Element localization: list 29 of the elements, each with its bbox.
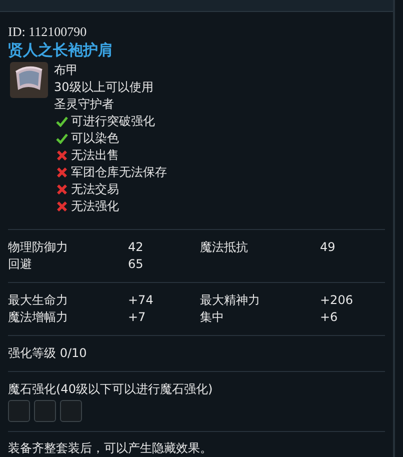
- stat-value: +6: [320, 309, 339, 326]
- manastone-title: 魔石强化(40级以下可以进行魔石强化): [8, 381, 214, 398]
- stat-label: 集中: [200, 309, 225, 326]
- enchant-level: 强化等级 0/10: [8, 345, 88, 362]
- set-note: 装备齐整套装后，可以产生隐藏效果。: [8, 440, 213, 457]
- stat-label: 魔法抵抗: [200, 239, 249, 256]
- stat-label: 最大精神力: [200, 292, 261, 309]
- item-id: ID: 112100790: [8, 24, 88, 40]
- stat-label: 物理防御力: [8, 239, 69, 256]
- shoulder-armor-icon: [10, 62, 48, 98]
- stat-label: 最大生命力: [8, 292, 69, 309]
- item-name: 贤人之长袍护肩: [8, 40, 114, 60]
- item-info: 30级以上可以使用: [54, 79, 154, 96]
- stat-value: +7: [128, 309, 147, 326]
- stat-value: 42: [128, 239, 144, 256]
- property-text: 军团仓库无法保存: [71, 164, 167, 181]
- property-text: 无法出售: [71, 147, 119, 164]
- property-text: 可进行突破强化: [71, 113, 155, 130]
- stat-value: 65: [128, 256, 144, 273]
- stat-label: 回避: [8, 256, 33, 273]
- stat-label: 魔法增幅力: [8, 309, 69, 326]
- property-text: 无法强化: [71, 198, 119, 215]
- property-text: 可以染色: [71, 130, 119, 147]
- property-text: 无法交易: [71, 181, 119, 198]
- stat-value: +206: [320, 292, 354, 309]
- item-info: 圣灵守护者: [54, 96, 115, 113]
- stat-value: +74: [128, 292, 154, 309]
- stat-value: 49: [320, 239, 336, 256]
- item-info: 布甲: [54, 62, 79, 79]
